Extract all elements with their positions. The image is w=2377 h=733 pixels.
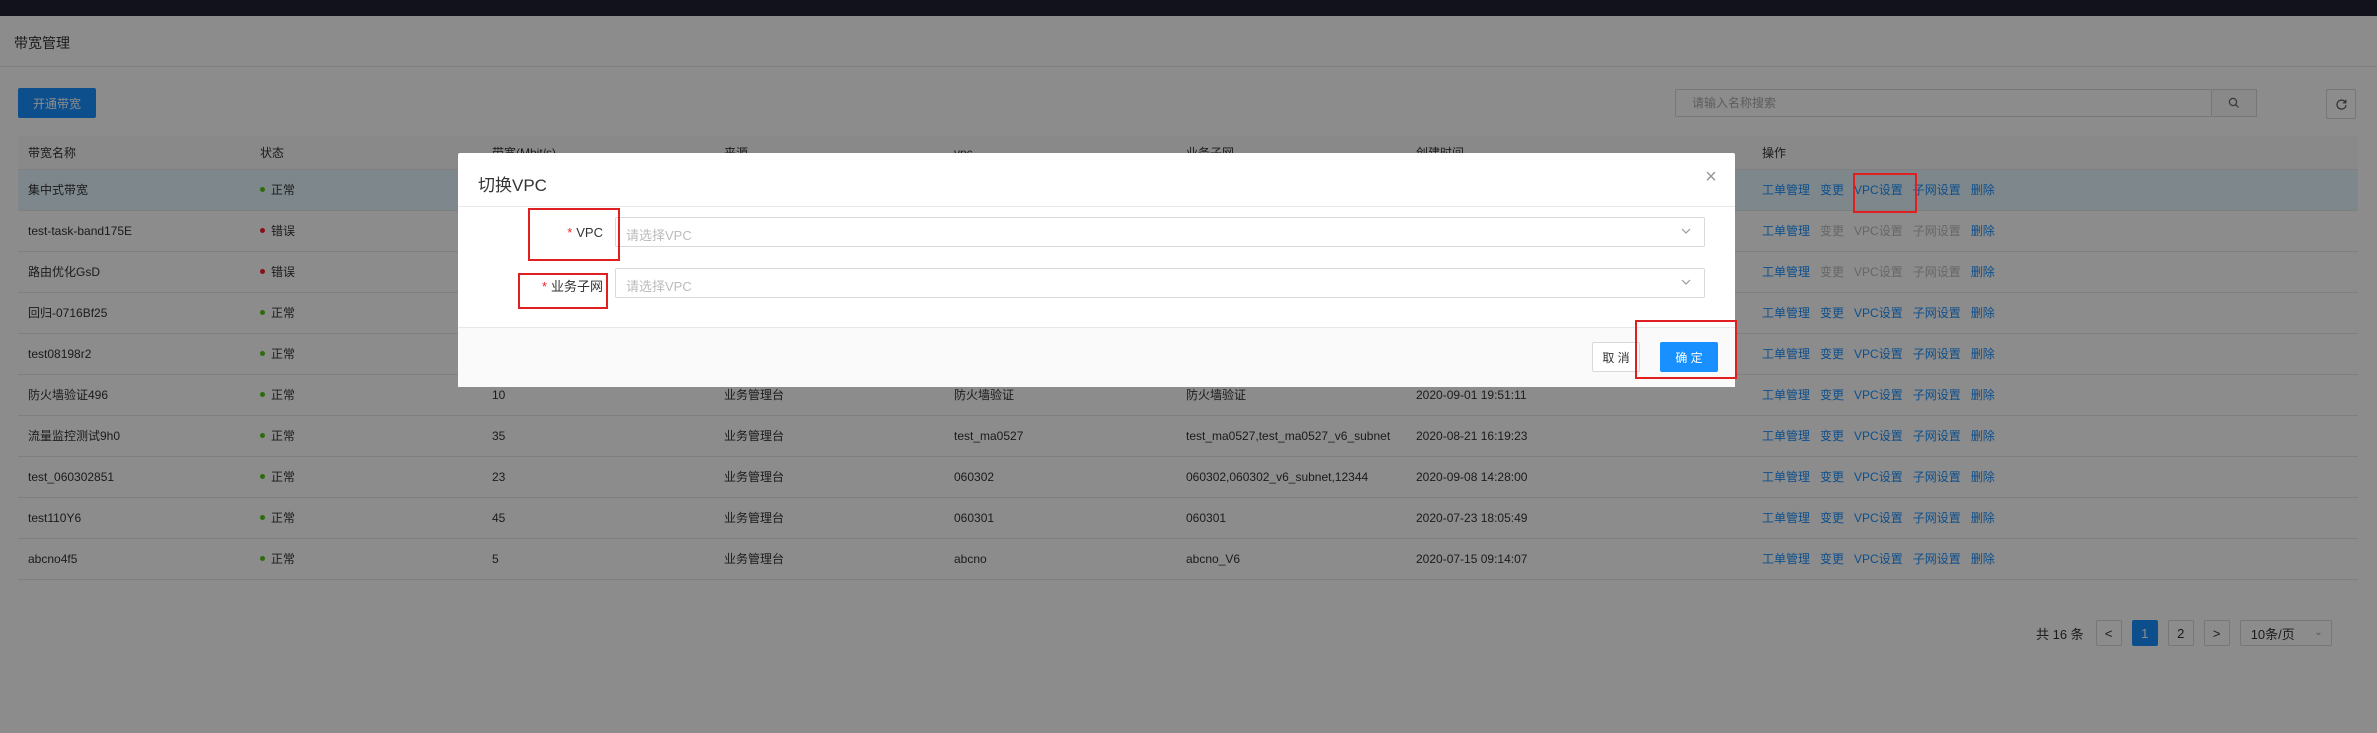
chevron-down-icon (1681, 228, 1691, 234)
subnet-label-text: 业务子网 (550, 279, 603, 294)
subnet-label: * 业务子网 (458, 276, 603, 295)
dialog-body: * VPC 请选择VPC * 业务子网 请选择VPC (458, 207, 1735, 327)
dialog-title: 切换VPC (478, 176, 547, 195)
confirm-button[interactable]: 确 定 (1660, 342, 1718, 372)
vpc-label: * VPC (458, 225, 603, 240)
required-mark: * (541, 279, 547, 294)
cancel-button[interactable]: 取 消 (1592, 342, 1640, 372)
vpc-select[interactable]: 请选择VPC (615, 217, 1705, 247)
required-mark: * (567, 225, 573, 240)
subnet-select[interactable]: 请选择VPC (615, 268, 1705, 298)
vpc-select-placeholder: 请选择VPC (626, 228, 692, 243)
dialog-header: 切换VPC × (458, 153, 1735, 207)
switch-vpc-dialog: 切换VPC × * VPC 请选择VPC * 业务子网 请选择VPC 取 消 确 定 (458, 153, 1735, 387)
dialog-footer: 取 消 确 定 (458, 327, 1735, 387)
vpc-label-text: VPC (576, 225, 603, 240)
close-icon[interactable]: × (1701, 167, 1721, 187)
subnet-select-placeholder: 请选择VPC (626, 279, 692, 294)
chevron-down-icon (1681, 279, 1691, 285)
